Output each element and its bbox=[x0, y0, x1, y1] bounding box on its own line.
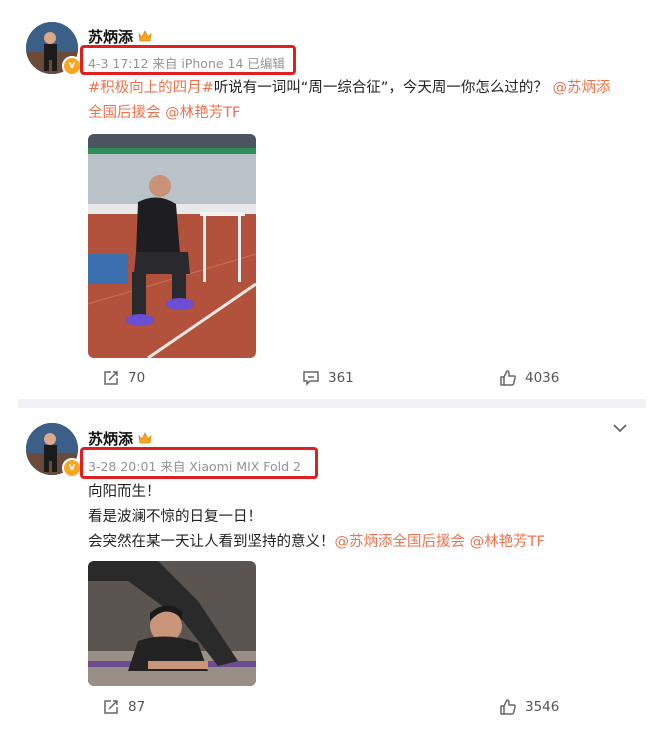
crown-icon bbox=[138, 432, 152, 444]
post-photo[interactable] bbox=[88, 561, 256, 686]
post-body: 听说有一词叫“周一综合征”，今天周一你怎么过的？ bbox=[213, 80, 548, 96]
verified-badge-icon: v bbox=[62, 458, 82, 478]
repost-button[interactable]: 70 bbox=[102, 369, 145, 387]
verified-badge-icon: v bbox=[62, 56, 82, 76]
topic-link[interactable]: #积极向上的四月# bbox=[88, 80, 214, 96]
post-photo[interactable] bbox=[88, 134, 256, 358]
highlight-box bbox=[80, 447, 318, 479]
post-text: #积极向上的四月#听说有一词叫“周一综合征”，今天周一你怎么过的？ @苏炳添 全国… bbox=[88, 76, 638, 126]
like-button[interactable]: 3546 bbox=[499, 698, 559, 716]
mention-link[interactable]: @苏炳添全国后援会 bbox=[335, 534, 466, 550]
post-line: 向阳而生！ bbox=[88, 484, 161, 500]
repost-count: 70 bbox=[128, 370, 146, 386]
repost-button[interactable]: 87 bbox=[102, 698, 145, 716]
comment-icon bbox=[303, 371, 319, 386]
comment-count: 361 bbox=[328, 370, 354, 386]
repost-count: 87 bbox=[128, 699, 146, 715]
like-count: 4036 bbox=[525, 370, 560, 386]
like-icon bbox=[500, 370, 516, 386]
comment-button[interactable]: 361 bbox=[302, 369, 354, 387]
post-text: 向阳而生！ 看是波澜不惊的日复一日！ 会突然在某一天让人看到坚持的意义！@苏炳添… bbox=[88, 480, 638, 555]
mention-link[interactable]: @林艳芳TF bbox=[165, 105, 240, 121]
post-divider bbox=[18, 399, 646, 408]
weibo-post: v 苏炳添 4-3 17:12 来自 iPhone 14 已编辑 #积极向上的四… bbox=[0, 0, 652, 400]
like-icon bbox=[500, 699, 516, 715]
username[interactable]: 苏炳添 bbox=[88, 26, 133, 47]
mention-link[interactable]: @林艳芳TF bbox=[470, 534, 545, 550]
repost-icon bbox=[104, 700, 118, 714]
crown-icon bbox=[138, 30, 152, 42]
highlight-box bbox=[80, 45, 296, 75]
post-line: 会突然在某一天让人看到坚持的意义！@苏炳添全国后援会 @林艳芳TF bbox=[88, 534, 545, 550]
like-button[interactable]: 4036 bbox=[499, 369, 559, 387]
username[interactable]: 苏炳添 bbox=[88, 428, 133, 449]
repost-icon bbox=[104, 371, 118, 385]
like-count: 3546 bbox=[525, 699, 560, 715]
post-line: 看是波澜不惊的日复一日！ bbox=[88, 509, 262, 525]
